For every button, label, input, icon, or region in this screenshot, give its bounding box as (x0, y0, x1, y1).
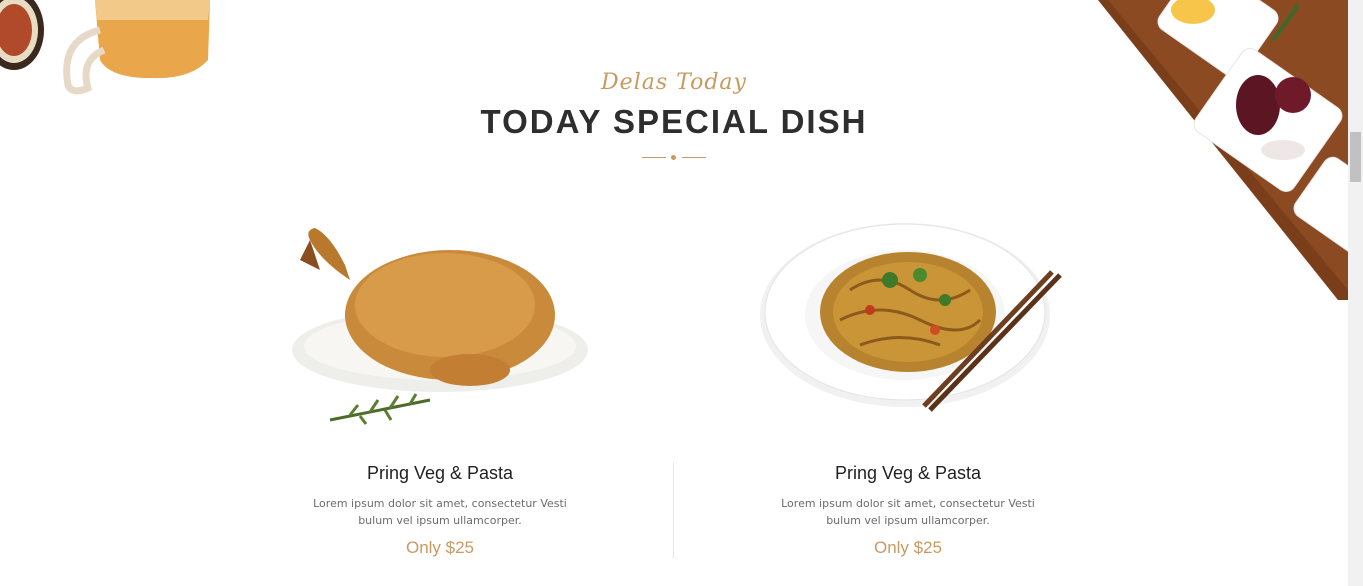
dish-price: Only $25 (405, 538, 475, 557)
dish-description-line: Lorem ipsum dolor sit amet, consectetur … (313, 497, 567, 510)
roast-chicken-image (292, 228, 588, 425)
dish-description-line: Lorem ipsum dolor sit amet, consectetur … (781, 497, 1035, 510)
scrollbar-thumb[interactable] (1350, 132, 1361, 182)
noodle-plate-image (760, 223, 1062, 412)
dish-description-line: bulum vel ipsum ullamcorper. (826, 514, 990, 527)
dish-description: Lorem ipsum dolor sit amet, consectetur … (758, 495, 1058, 529)
section-title: TODAY SPECIAL DISH (480, 103, 868, 140)
dish-price: Only $25 (873, 538, 943, 557)
heading-divider (642, 155, 706, 161)
dish-card-1: Pring Veg & Pasta Lorem ipsum dolor sit … (290, 463, 590, 558)
section-heading: Delas Today TODAY SPECIAL DISH (0, 70, 1348, 161)
dish-name[interactable]: Pring Veg & Pasta (290, 463, 590, 484)
dish-card-2: Pring Veg & Pasta Lorem ipsum dolor sit … (758, 463, 1058, 558)
section-subtitle: Delas Today (601, 70, 747, 95)
page-scrollbar[interactable] (1348, 0, 1363, 586)
dish-description-line: bulum vel ipsum ullamcorper. (358, 514, 522, 527)
dish-name[interactable]: Pring Veg & Pasta (758, 463, 1058, 484)
dish-separator (673, 462, 674, 558)
dish-description: Lorem ipsum dolor sit amet, consectetur … (290, 495, 590, 529)
